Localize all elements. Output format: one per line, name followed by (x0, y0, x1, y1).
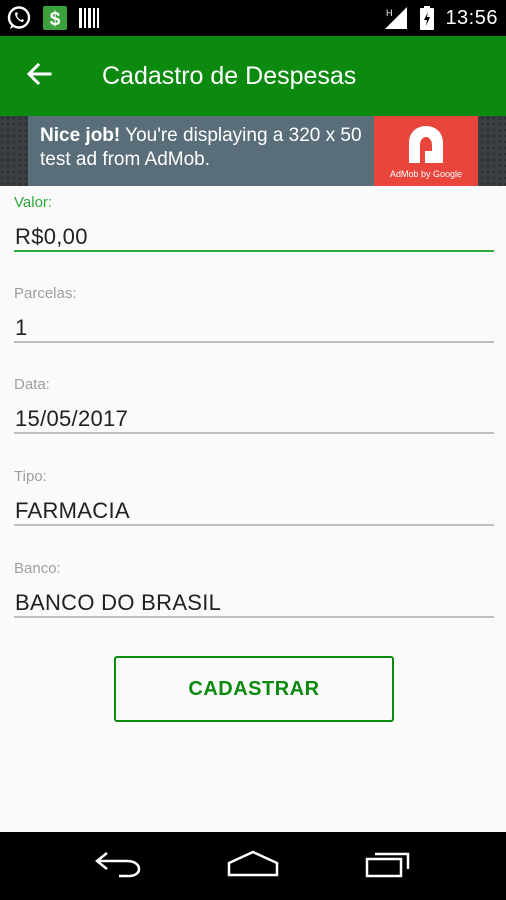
banco-label: Banco: (14, 560, 61, 577)
back-nav-icon (93, 849, 143, 884)
parcelas-label: Parcelas: (14, 285, 77, 302)
banco-input[interactable]: BANCO DO BRASIL (14, 580, 494, 618)
page-title: Cadastro de Despesas (102, 61, 357, 90)
app-bar: Cadastro de Despesas (0, 36, 506, 116)
home-nav-button[interactable] (208, 836, 298, 896)
recents-nav-button[interactable] (343, 836, 433, 896)
tipo-label: Tipo: (14, 468, 47, 485)
valor-field[interactable]: Valor: R$0,00 (14, 194, 494, 252)
arrow-back-icon (26, 61, 52, 92)
svg-text:$: $ (50, 9, 61, 30)
notification-icons: $ (6, 5, 100, 31)
admob-logo: AdMob by Google (374, 116, 478, 186)
ad-text: Nice job! You're displaying a 320 x 50 t… (28, 116, 374, 186)
data-label: Data: (14, 376, 50, 393)
svg-text:H: H (386, 8, 393, 18)
admob-icon (409, 126, 443, 163)
cadastrar-button[interactable]: CADASTRAR (114, 656, 394, 722)
valor-input[interactable]: R$0,00 (14, 214, 494, 252)
parcelas-field[interactable]: Parcelas: 1 (14, 285, 494, 343)
banco-field[interactable]: Banco: BANCO DO BRASIL (14, 560, 494, 618)
data-field[interactable]: Data: 15/05/2017 (14, 376, 494, 434)
status-bar: $ H 13:56 (0, 0, 506, 36)
tipo-field[interactable]: Tipo: FARMACIA (14, 468, 494, 526)
valor-label: Valor: (14, 194, 53, 211)
navigation-bar (0, 832, 506, 900)
parcelas-input[interactable]: 1 (14, 305, 494, 343)
back-button[interactable] (0, 36, 78, 116)
recents-nav-icon (363, 849, 413, 884)
expense-form: Valor: R$0,00 Parcelas: 1 Data: 15/05/20… (0, 186, 506, 832)
dollar-icon: $ (42, 5, 68, 31)
battery-icon (419, 5, 435, 31)
barcode-icon (78, 6, 100, 30)
ad-banner[interactable]: Nice job! You're displaying a 320 x 50 t… (0, 116, 506, 186)
ad-logo-caption: AdMob by Google (389, 169, 463, 179)
data-input[interactable]: 15/05/2017 (14, 396, 494, 434)
back-nav-button[interactable] (73, 836, 163, 896)
tipo-input[interactable]: FARMACIA (14, 488, 494, 526)
whatsapp-icon (6, 5, 32, 31)
system-indicators: H 13:56 (383, 5, 498, 31)
signal-icon: H (383, 5, 409, 31)
ad-content[interactable]: Nice job! You're displaying a 320 x 50 t… (28, 116, 478, 186)
clock: 13:56 (445, 6, 498, 29)
ad-bold-text: Nice job! (40, 125, 121, 146)
home-nav-icon (225, 849, 281, 884)
